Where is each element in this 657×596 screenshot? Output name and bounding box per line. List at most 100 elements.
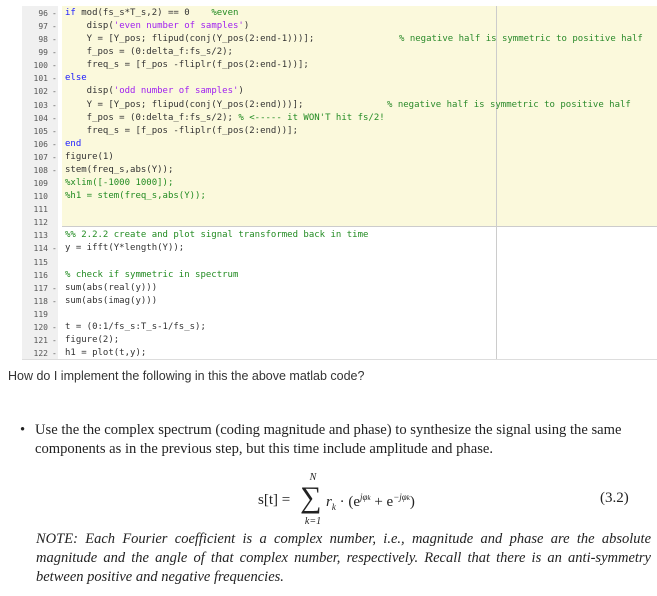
breakpoint-marker[interactable]: - <box>52 164 57 177</box>
line-number: 106 <box>33 139 48 149</box>
line-number: 97 <box>38 22 48 32</box>
code-line[interactable]: 101- else <box>22 72 657 85</box>
code-line[interactable]: 100- freq_s = [f_pos -fliplr(f_pos(2:end… <box>22 59 657 72</box>
breakpoint-marker[interactable]: - <box>52 295 57 308</box>
breakpoint-marker[interactable]: - <box>52 321 57 334</box>
code-line[interactable]: 113 %% 2.2.2 create and plot signal trans… <box>22 229 657 242</box>
line-number: 107 <box>33 152 48 162</box>
code-token: % <----- it WON'T hit fs/2! <box>238 112 385 123</box>
question-text: How do I implement the following in this… <box>8 369 365 383</box>
breakpoint-marker[interactable]: - <box>52 20 57 33</box>
code-token: end <box>65 138 82 149</box>
code-line[interactable]: 109 %xlim([-1000 1000]); <box>22 177 657 190</box>
code-token: 'even number of samples' <box>113 21 244 32</box>
code-text: f_pos = (0:delta_f:fs_s/2); <box>65 46 233 59</box>
code-line[interactable]: 99- f_pos = (0:delta_f:fs_s/2); <box>22 46 657 59</box>
line-number: 102 <box>33 87 48 97</box>
code-token: sum(abs(real(y))) <box>65 282 158 293</box>
breakpoint-marker[interactable]: - <box>52 33 57 46</box>
code-text: %h1 = stem(freq_s,abs(Y)); <box>65 190 206 203</box>
code-line[interactable]: 105- freq_s = [f_pos -fliplr(f_pos(2:end… <box>22 125 657 138</box>
code-line[interactable]: 112 <box>22 216 657 229</box>
line-number: 113 <box>33 231 48 241</box>
line-number: 98 <box>38 35 48 45</box>
breakpoint-marker[interactable]: - <box>52 334 57 347</box>
code-line[interactable]: 115 <box>22 256 657 269</box>
code-line[interactable]: 96- if mod(fs_s*T_s,2) == 0 %even <box>22 7 657 20</box>
breakpoint-marker[interactable]: - <box>52 85 57 98</box>
code-line[interactable]: 107- figure(1) <box>22 151 657 164</box>
line-number: 120 <box>33 322 48 332</box>
code-line[interactable]: 104- f_pos = (0:delta_f:fs_s/2); % <----… <box>22 112 657 125</box>
line-number: 110 <box>33 192 48 202</box>
line-number: 108 <box>33 165 48 175</box>
code-token: freq_s = [f_pos -fliplr(f_pos(2:end-1))]… <box>65 60 309 71</box>
breakpoint-marker[interactable]: - <box>52 99 57 112</box>
code-token: disp( <box>65 86 114 97</box>
code-comment: % negative half is symmetric to positive… <box>399 34 643 45</box>
line-number: 115 <box>33 257 48 267</box>
code-line[interactable]: 110 %h1 = stem(freq_s,abs(Y)); <box>22 190 657 203</box>
line-number: 96 <box>38 9 48 18</box>
line-number: 117 <box>33 283 48 293</box>
code-text: sum(abs(imag(y))) <box>65 295 157 308</box>
line-number: 105 <box>33 126 48 136</box>
code-line[interactable]: 118- sum(abs(imag(y))) <box>22 295 657 308</box>
code-line[interactable]: 106- end <box>22 138 657 151</box>
code-text: disp('even number of samples') <box>65 20 250 33</box>
code-line[interactable]: 98- Y = [Y_pos; flipud(conj(Y_pos(2:end-… <box>22 33 657 46</box>
code-token: h1 = plot(t,y); <box>65 348 147 359</box>
code-token: figure(1) <box>65 151 114 162</box>
code-token: 'odd number of samples' <box>113 86 239 97</box>
code-line[interactable]: 102- disp('odd number of samples') <box>22 85 657 98</box>
eq-lhs: s[t] = <box>258 492 291 508</box>
code-text: %% 2.2.2 create and plot signal transfor… <box>65 229 368 242</box>
code-line[interactable]: 103- Y = [Y_pos; flipud(conj(Y_pos(2:end… <box>22 99 657 112</box>
line-number: 119 <box>33 309 48 319</box>
breakpoint-marker[interactable]: - <box>52 282 57 295</box>
code-line[interactable]: 119 <box>22 308 657 321</box>
code-token: figure(2); <box>65 335 120 345</box>
breakpoint-marker[interactable]: - <box>52 125 57 138</box>
code-line[interactable]: 121- figure(2); <box>22 334 657 347</box>
breakpoint-marker[interactable]: - <box>52 72 57 85</box>
code-text: stem(freq_s,abs(Y)); <box>65 164 173 177</box>
code-line[interactable]: 120- t = (0:1/fs_s:T_s-1/fs_s); <box>22 321 657 334</box>
line-number: 121 <box>33 336 48 345</box>
code-line[interactable]: 117- sum(abs(real(y))) <box>22 282 657 295</box>
code-line[interactable]: 111 <box>22 203 657 216</box>
code-token: freq_s = [f_pos -fliplr(f_pos(2:end))]; <box>65 125 298 136</box>
code-token: %h1 = stem(freq_s,abs(Y)); <box>65 191 206 202</box>
code-text: %xlim([-1000 1000]); <box>65 177 173 190</box>
code-text: Y = [Y_pos; flipud(conj(Y_pos(2:end)))]; <box>65 99 304 112</box>
line-number: 100 <box>33 61 48 71</box>
code-editor: 96- if mod(fs_s*T_s,2) == 0 %even 97- disp… <box>22 6 657 360</box>
line-number: 116 <box>33 270 48 280</box>
breakpoint-marker[interactable]: - <box>52 242 57 255</box>
line-number: 118 <box>33 296 48 306</box>
code-text: h1 = plot(t,y); <box>65 347 146 360</box>
code-line[interactable]: 108- stem(freq_s,abs(Y)); <box>22 164 657 177</box>
eq-dot: · (e <box>335 494 360 510</box>
code-line[interactable]: 122- h1 = plot(t,y); <box>22 347 657 360</box>
code-token: f_pos = (0:delta_f:fs_s/2); <box>65 112 239 123</box>
eq-close: ) <box>409 494 415 510</box>
breakpoint-marker[interactable]: - <box>52 151 57 164</box>
code-text: else <box>65 72 87 85</box>
breakpoint-marker[interactable]: - <box>52 138 57 151</box>
line-number: 109 <box>33 179 48 189</box>
code-token: t = (0:1/fs_s:T_s-1/fs_s); <box>65 321 206 332</box>
code-line[interactable]: 97- disp('even number of samples') <box>22 20 657 33</box>
breakpoint-marker[interactable]: - <box>52 46 57 59</box>
line-number: 99 <box>38 48 48 58</box>
breakpoint-marker[interactable]: - <box>52 112 57 125</box>
code-line[interactable]: 116 % check if symmetric in spectrum <box>22 269 657 282</box>
code-text: disp('odd number of samples') <box>65 85 244 98</box>
code-text: figure(2); <box>65 334 119 347</box>
breakpoint-marker[interactable]: - <box>52 7 57 20</box>
breakpoint-marker[interactable]: - <box>52 59 57 72</box>
breakpoint-marker[interactable]: - <box>52 347 57 360</box>
code-token: %even <box>211 8 239 18</box>
code-token: Y = [Y_pos; flipud(conj(Y_pos(2:end)))]; <box>65 99 304 110</box>
code-line[interactable]: 114- y = ifft(Y*length(Y)); <box>22 242 657 255</box>
